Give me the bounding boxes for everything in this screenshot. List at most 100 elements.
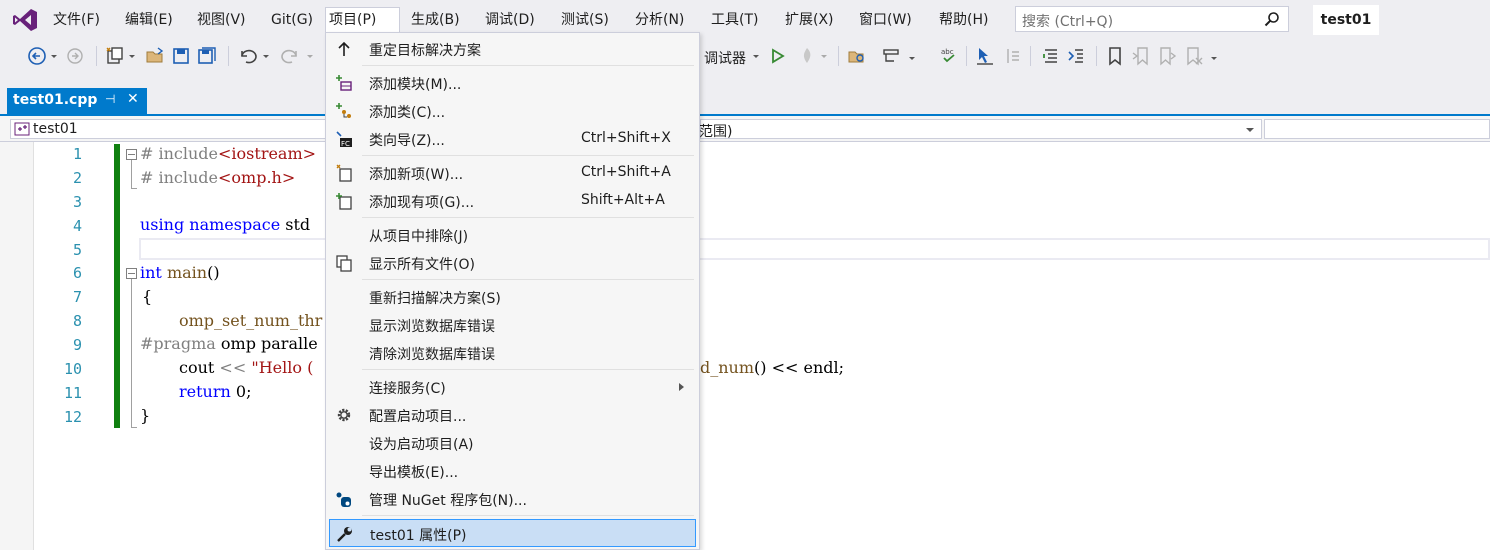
menu-extensions[interactable]: 扩展(X) <box>782 8 837 32</box>
redo-icon[interactable] <box>280 45 302 67</box>
menu-analyze[interactable]: 分析(N) <box>632 8 687 32</box>
chevron-down-icon[interactable] <box>750 45 762 67</box>
outline-line <box>131 160 132 188</box>
clear-bookmarks-icon[interactable] <box>1182 45 1204 67</box>
chevron-down-icon[interactable] <box>1208 45 1220 67</box>
menu-item-clear-browsing-db-errors[interactable]: 清除浏览数据库错误 <box>326 339 699 367</box>
new-project-icon[interactable] <box>104 45 126 67</box>
next-bookmark-icon[interactable] <box>1156 45 1178 67</box>
previous-bookmark-icon[interactable] <box>1130 45 1152 67</box>
line-number: 12 <box>63 408 82 426</box>
menu-build[interactable]: 生成(B) <box>408 8 463 32</box>
toolbar-separator <box>96 46 97 66</box>
search-placeholder: 搜索 (Ctrl+Q) <box>1022 14 1114 30</box>
code-line-7: { <box>142 287 153 306</box>
line-number: 9 <box>72 336 82 354</box>
menu-item-project-properties[interactable]: test01 属性(P) <box>329 519 696 547</box>
search-icon <box>1264 12 1279 27</box>
close-icon[interactable]: ✕ <box>127 91 139 107</box>
cursor-select-icon[interactable] <box>974 45 996 67</box>
spell-check-icon[interactable]: abc <box>938 45 960 67</box>
solution-explorer-icon[interactable] <box>880 45 902 67</box>
comment-lines-icon[interactable] <box>1040 45 1062 67</box>
menu-file[interactable]: 文件(F) <box>50 8 103 32</box>
menu-item-connected-services[interactable]: 连接服务(C) <box>326 373 699 401</box>
standard-toolbar: 调试器 abc <box>0 40 1490 72</box>
add-new-item-icon <box>336 164 352 182</box>
chevron-down-icon[interactable] <box>126 45 138 67</box>
hot-reload-icon[interactable] <box>796 45 818 67</box>
visual-studio-logo-icon[interactable] <box>12 8 38 32</box>
menu-item-add-new-item[interactable]: 添加新项(W)... Ctrl+Shift+A <box>326 159 699 187</box>
undo-icon[interactable] <box>236 45 258 67</box>
chevron-down-icon[interactable] <box>818 45 830 67</box>
chevron-down-icon[interactable] <box>260 45 272 67</box>
tab-label: test01.cpp <box>13 92 98 108</box>
menu-item-rescan-solution[interactable]: 重新扫描解决方案(S) <box>326 283 699 311</box>
uncomment-lines-icon[interactable] <box>1066 45 1088 67</box>
collapse-icon[interactable] <box>126 268 137 279</box>
toolbar-separator <box>1030 46 1031 66</box>
menu-item-add-existing-item[interactable]: 添加现有项(G)... Shift+Alt+A <box>326 187 699 215</box>
menu-item-configure-startup-projects[interactable]: 配置启动项目... <box>326 401 699 429</box>
member-dropdown[interactable] <box>1264 119 1490 139</box>
pin-icon[interactable]: ⊣ <box>105 92 115 106</box>
menu-item-manage-nuget-packages[interactable]: 管理 NuGet 程序包(N)... <box>326 485 699 513</box>
formatting-icon[interactable] <box>1002 45 1024 67</box>
collapse-icon[interactable] <box>126 149 137 160</box>
menu-window[interactable]: 窗口(W) <box>856 8 915 32</box>
menu-item-add-class[interactable]: 添加类(C)... <box>326 97 699 125</box>
menu-view[interactable]: 视图(V) <box>194 8 249 32</box>
chevron-down-icon[interactable] <box>304 45 316 67</box>
project-menu-dropdown: 重定目标解决方案 添加模块(M)... 添加类(C)... FC 类向导(Z).… <box>325 32 700 550</box>
toolbar-separator <box>838 46 839 66</box>
bookmark-icon[interactable] <box>1104 45 1126 67</box>
menu-project[interactable]: 项目(P) <box>325 7 400 34</box>
scope-dropdown[interactable]: 范围) <box>699 119 1262 140</box>
menu-item-exclude-from-project[interactable]: 从项目中排除(J) <box>326 221 699 249</box>
tab-test01-cpp[interactable]: test01.cpp ⊣ ✕ <box>7 88 147 114</box>
menu-item-show-browsing-db-errors[interactable]: 显示浏览数据库错误 <box>326 311 699 339</box>
menu-test[interactable]: 测试(S) <box>558 8 612 32</box>
menu-item-class-wizard[interactable]: FC 类向导(Z)... Ctrl+Shift+X <box>326 125 699 153</box>
code-line-10-tail: d_num() << endl; <box>700 358 845 377</box>
line-number: 5 <box>72 241 82 259</box>
wrench-icon <box>337 527 352 542</box>
menu-item-retarget-solution[interactable]: 重定目标解决方案 <box>326 35 699 63</box>
indicator-margin <box>0 142 33 550</box>
menu-separator <box>362 515 694 516</box>
search-input[interactable]: 搜索 (Ctrl+Q) <box>1015 6 1289 32</box>
save-icon[interactable] <box>170 45 192 67</box>
chevron-down-icon <box>1246 128 1254 132</box>
menu-separator <box>362 217 694 218</box>
chevron-down-icon[interactable] <box>48 45 60 67</box>
chevron-down-icon[interactable] <box>906 45 918 67</box>
submenu-arrow-icon <box>679 383 684 391</box>
menu-item-export-template[interactable]: 导出模板(E)... <box>326 457 699 485</box>
navigate-forward-icon[interactable] <box>64 45 86 67</box>
menu-item-set-as-startup-project[interactable]: 设为启动项目(A) <box>326 429 699 457</box>
start-without-debugging-icon[interactable] <box>766 45 788 67</box>
menu-separator <box>362 369 694 370</box>
find-in-files-icon[interactable] <box>846 45 868 67</box>
line-number: 7 <box>72 288 82 306</box>
open-folder-icon[interactable] <box>144 45 166 67</box>
margin-divider <box>33 142 34 550</box>
gear-icon <box>337 408 351 422</box>
add-class-icon <box>336 103 351 118</box>
navigate-back-icon[interactable] <box>26 45 48 67</box>
show-all-files-icon <box>336 255 352 272</box>
code-line-9: #pragma omp paralle <box>140 334 318 353</box>
menu-edit[interactable]: 编辑(E) <box>122 8 176 32</box>
change-tracking-bar <box>114 144 120 428</box>
scope-label: 范围) <box>699 124 733 140</box>
menu-help[interactable]: 帮助(H) <box>936 8 991 32</box>
menu-tools[interactable]: 工具(T) <box>708 8 761 32</box>
class-wizard-icon: FC <box>336 131 352 148</box>
menu-item-add-module[interactable]: 添加模块(M)... <box>326 69 699 97</box>
save-all-icon[interactable] <box>196 45 218 67</box>
menu-item-show-all-files[interactable]: 显示所有文件(O) <box>326 249 699 277</box>
menu-git[interactable]: Git(G) <box>268 8 316 32</box>
menu-debug[interactable]: 调试(D) <box>482 8 538 32</box>
debugger-label[interactable]: 调试器 <box>704 48 746 68</box>
